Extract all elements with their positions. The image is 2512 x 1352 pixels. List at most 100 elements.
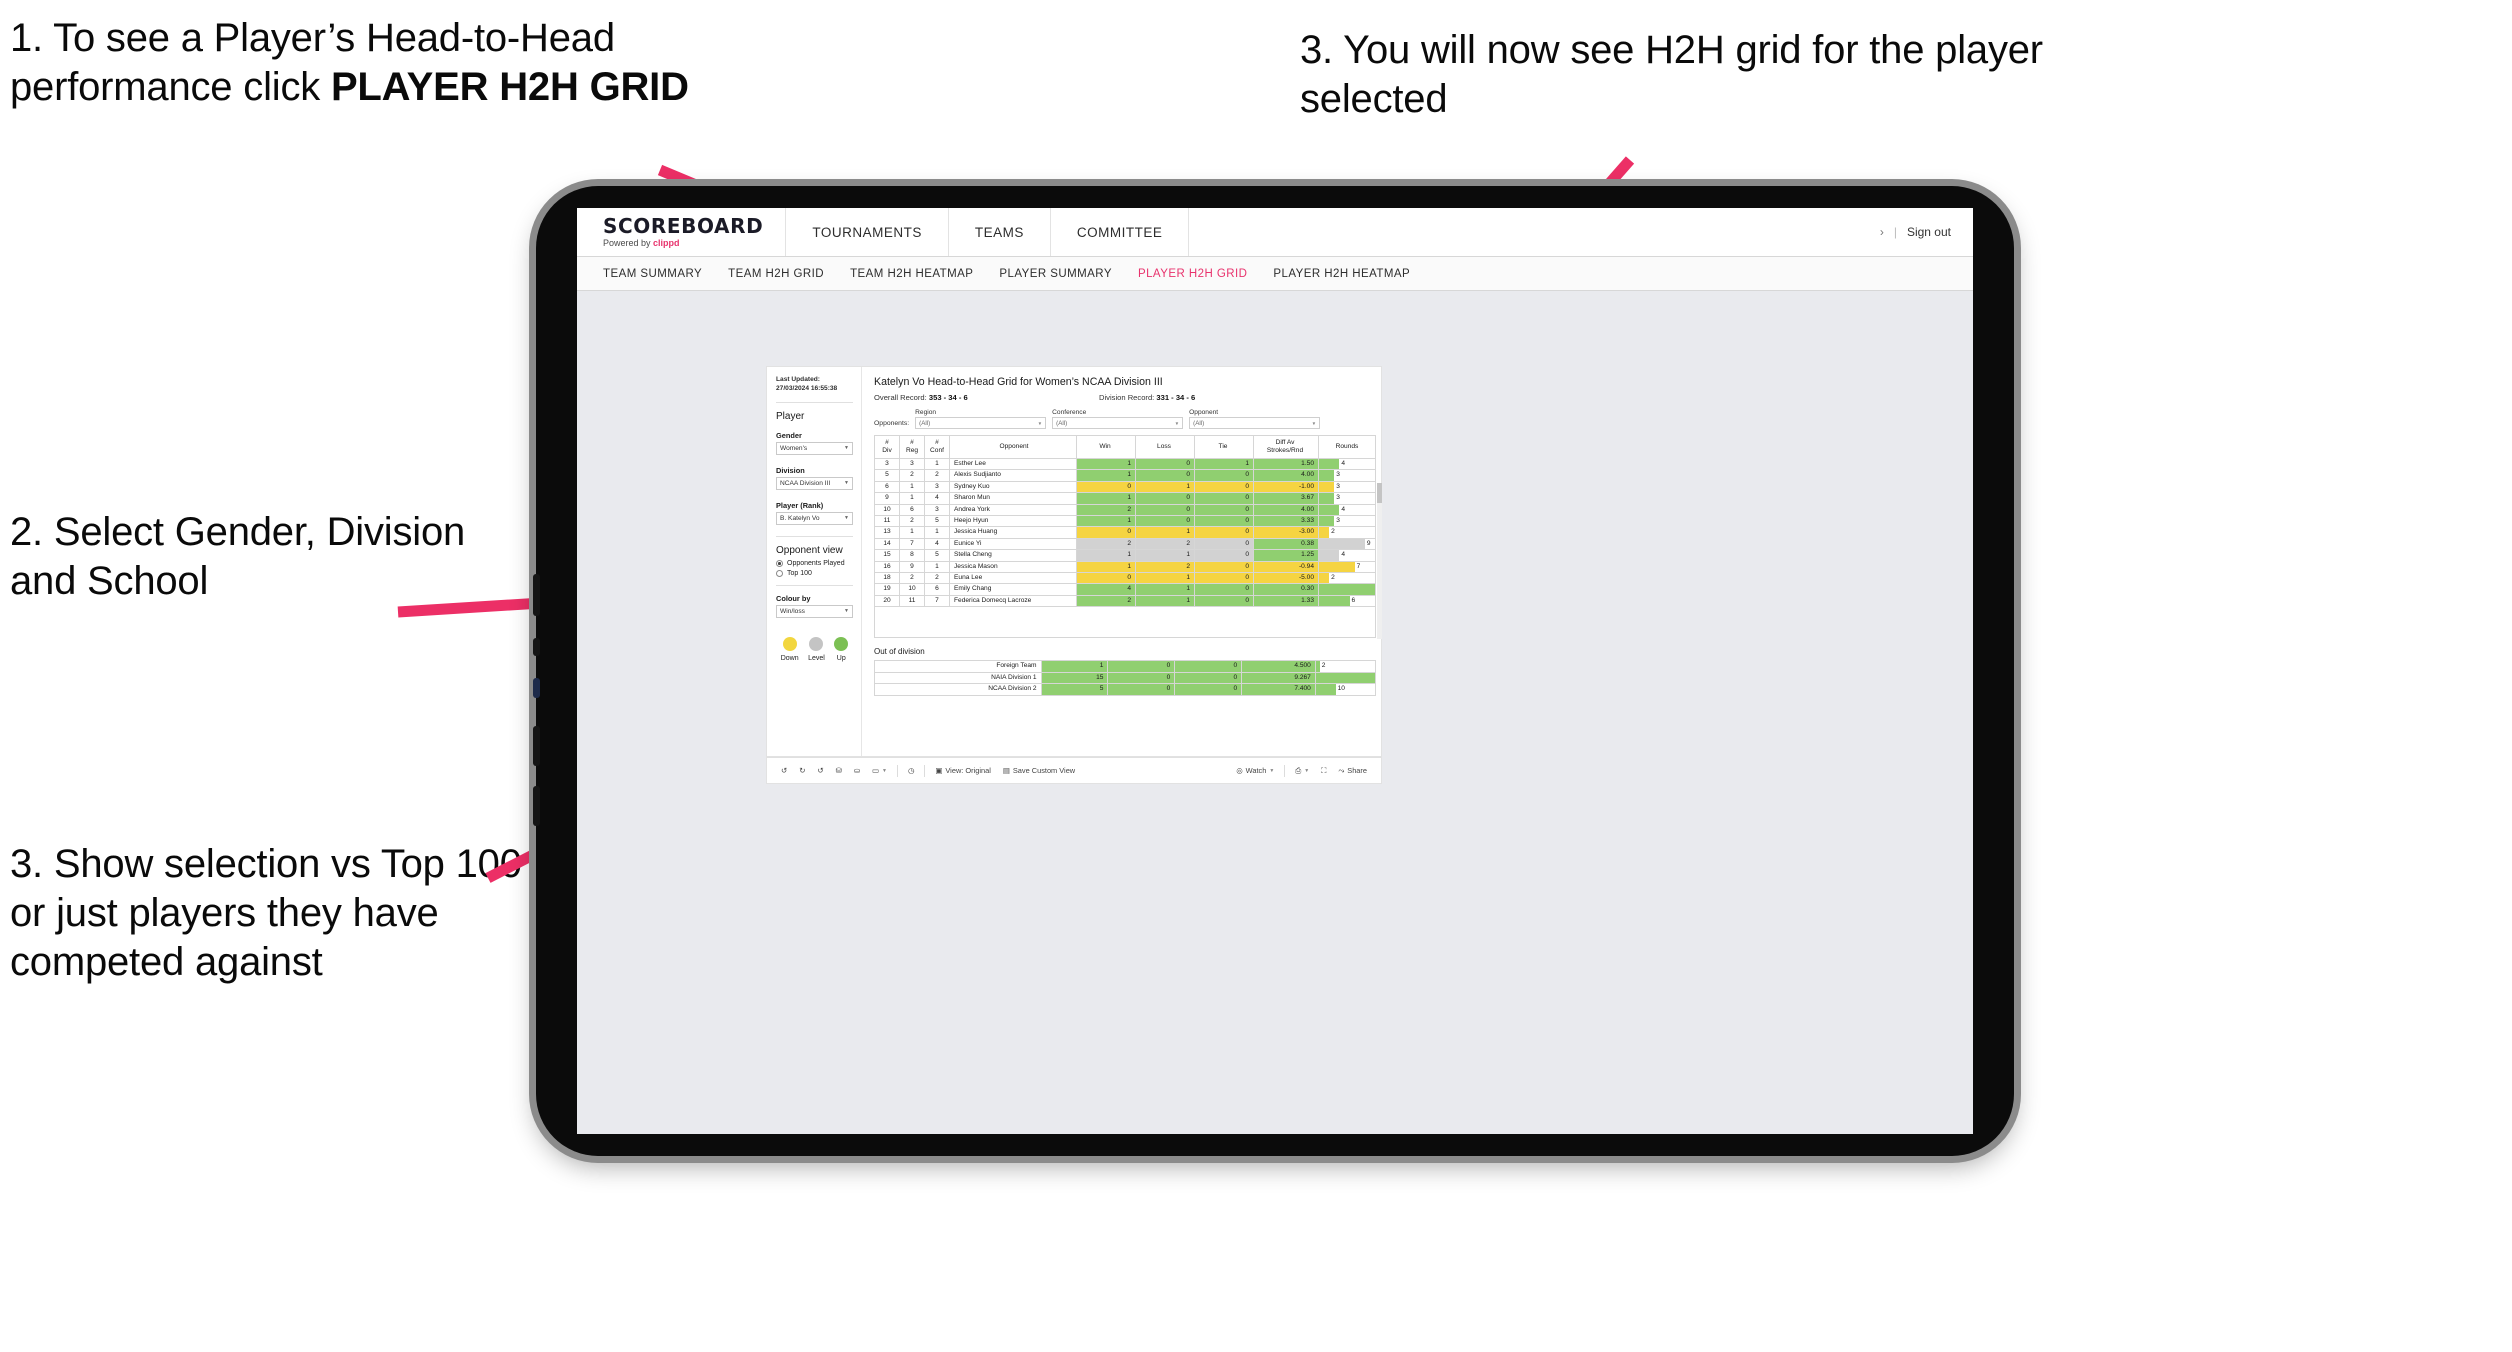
device-button-top[interactable] [533,574,540,616]
brand-logo[interactable]: SCOREBOARD Powered by clippd [577,208,787,256]
col-rounds[interactable]: Rounds [1318,435,1376,459]
rounds-bar [1319,539,1365,549]
table-row[interactable]: 16 9 1 Jessica Mason 1 2 0 -0.94 7 [874,560,1376,574]
cell-rounds: 30 [1314,671,1377,685]
division-record: Division Record: 331 - 34 - 6 [1099,393,1195,402]
tab-team-h2h-grid[interactable]: TEAM H2H GRID [728,268,850,280]
tab-team-h2h-heatmap[interactable]: TEAM H2H HEATMAP [850,268,999,280]
cell-div: 10 [874,503,900,517]
table-row[interactable]: 13 1 1 Jessica Huang 0 1 0 -3.00 2 [874,526,1376,539]
out-of-division-row[interactable]: NAIA Division 115009.26730 [874,671,1377,685]
region-select[interactable]: (All) ▼ [915,417,1047,429]
conference-select[interactable]: (All) ▼ [1052,417,1184,429]
rounds-bar [1319,596,1350,606]
table-row[interactable]: 10 6 3 Andrea York 2 0 0 4.00 4 [874,503,1376,517]
share-button[interactable]: ⤳ Share [1332,758,1373,783]
radio-opponents-played[interactable]: Opponents Played [776,559,853,567]
header-spacer [1189,208,1879,256]
cell-tie: 0 [1194,583,1254,596]
fullscreen-button[interactable]: ⛶ [1315,758,1332,783]
refresh-button[interactable]: ⛁ [830,758,848,783]
sign-out-area[interactable]: › | Sign out [1880,208,1973,256]
reset-button[interactable]: ◷ [902,758,920,783]
overall-record: Overall Record: 353 - 34 - 6 [874,393,1099,402]
colour-by-select[interactable]: Win/loss ▼ [776,604,853,618]
rounds-bar-wrapper: 30 [1316,673,1375,683]
out-of-division-row[interactable]: Foreign Team 1 0 0 4.500 2 [874,660,1377,673]
opponent-filter-row: Opponents: Region (All) ▼ Conference (Al [874,409,1376,429]
watch-button[interactable]: ◎ Watch ▼ [1230,758,1280,783]
col-opponent[interactable]: Opponent [949,435,1077,459]
table-vertical-scrollbar[interactable] [1377,483,1382,639]
table-row[interactable]: 19106Emily Chang4100.3011 [874,583,1376,596]
tab-team-summary[interactable]: TEAM SUMMARY [603,268,728,280]
col-loss[interactable]: Loss [1135,435,1195,459]
tab-player-summary[interactable]: PLAYER SUMMARY [999,268,1138,280]
save-custom-view-button[interactable]: ▤ Save Custom View [997,758,1081,783]
table-row[interactable]: 9 1 4 Sharon Mun 1 0 0 3.67 3 [874,492,1376,505]
col-win[interactable]: Win [1076,435,1136,459]
annotation-step-1: 1. To see a Player’s Head-to-Head perfor… [10,14,750,112]
device-volume-down-button[interactable] [533,786,540,826]
nav-tournaments[interactable]: TOURNAMENTS [786,208,949,256]
cell-div: 16 [874,560,900,574]
gender-select[interactable]: Women's ▼ [776,441,853,455]
toolbar-divider [1284,764,1286,777]
table-row[interactable]: 18 2 2 Euna Lee 0 1 0 -5.00 2 [874,572,1376,585]
division-select[interactable]: NCAA Division III ▼ [776,476,853,490]
undo-button[interactable]: ↺ [775,758,793,783]
table-row[interactable]: 5 2 2 Alexis Sudjianto 1 0 0 4.00 3 [874,469,1376,482]
scrollbar-thumb[interactable] [1377,483,1382,503]
player-rank-select[interactable]: B. Katelyn Vo ▼ [776,511,853,525]
cell-opponent: Federica Domecq Lacroze [949,594,1077,608]
cell-rounds: 4 [1318,457,1376,471]
table-row[interactable]: 11 2 5 Heejo Hyun 1 0 0 3.33 3 [874,515,1376,528]
view-original-button[interactable]: ▣ View: Original [929,758,996,783]
cell-rounds: 7 [1318,560,1376,574]
cell-reg: 2 [899,515,925,528]
cell-rounds: 2 [1318,526,1376,539]
col-diff[interactable]: Diff Av Strokes/Rnd [1253,435,1319,459]
cell-tie: 1 [1194,457,1254,471]
tab-player-h2h-heatmap[interactable]: PLAYER H2H HEATMAP [1273,268,1436,280]
rounds-bar-wrapper: 3 [1319,482,1375,492]
out-of-division-row[interactable]: NCAA Division 2 5 0 0 7.400 10 [874,683,1377,696]
table-row[interactable]: 15 8 5 Stella Cheng 1 1 0 1.25 4 [874,549,1376,562]
tab-player-h2h-grid[interactable]: PLAYER H2H GRID [1138,268,1273,280]
view-icon: ▣ [935,765,943,775]
redo-button[interactable]: ↻ [793,758,811,783]
table-row[interactable]: 14 7 4 Eunice Yi 2 2 0 0.38 9 [874,537,1376,551]
col-tie[interactable]: Tie [1194,435,1254,459]
nav-committee[interactable]: COMMITTEE [1051,208,1190,256]
col-div[interactable]: # Div [874,435,900,459]
watch-label: Watch [1245,766,1267,775]
cell-div: 18 [874,572,900,585]
rounds-bar [1316,684,1336,694]
divider [776,535,853,537]
cell-diff: -3.00 [1253,526,1319,539]
table-row[interactable]: 3 3 1 Esther Lee 1 0 1 1.50 4 [874,457,1376,471]
rounds-bar [1319,562,1355,572]
rounds-value: 3 [1336,517,1340,525]
table-row[interactable]: 20 11 7 Federica Domecq Lacroze 2 1 0 1.33 6 [874,594,1376,608]
cell-loss: 1 [1135,594,1195,608]
download-button[interactable]: ⎙ ▼ [1289,758,1315,783]
revert-button[interactable]: ↺ [811,758,829,783]
h2h-grid-table: # Div # Reg # Conf Opponent Win Loss Tie Di… [874,435,1376,608]
rounds-bar-wrapper: 2 [1319,527,1375,538]
radio-top-100[interactable]: Top 100 [776,569,853,577]
cell-win: 5 [1040,683,1109,696]
pause-button[interactable]: ⛀ [848,758,866,783]
device-volume-up-button[interactable] [533,726,540,766]
sign-out-label[interactable]: Sign out [1907,225,1951,239]
chevron-down-icon: ▼ [1304,767,1310,774]
opponent-select[interactable]: (All) ▼ [1189,417,1321,429]
highlight-button[interactable]: ▭ ▼ [866,758,893,783]
col-conf[interactable]: # Conf [924,435,950,459]
table-row[interactable]: 6 1 3 Sydney Kuo 0 1 0 -1.00 3 [874,480,1376,494]
cell-reg: 1 [899,480,925,494]
rounds-value: 11 [1375,584,1376,594]
col-reg[interactable]: # Reg [899,435,925,459]
chevron-down-icon: ▼ [1174,420,1180,426]
nav-teams[interactable]: TEAMS [949,208,1051,256]
